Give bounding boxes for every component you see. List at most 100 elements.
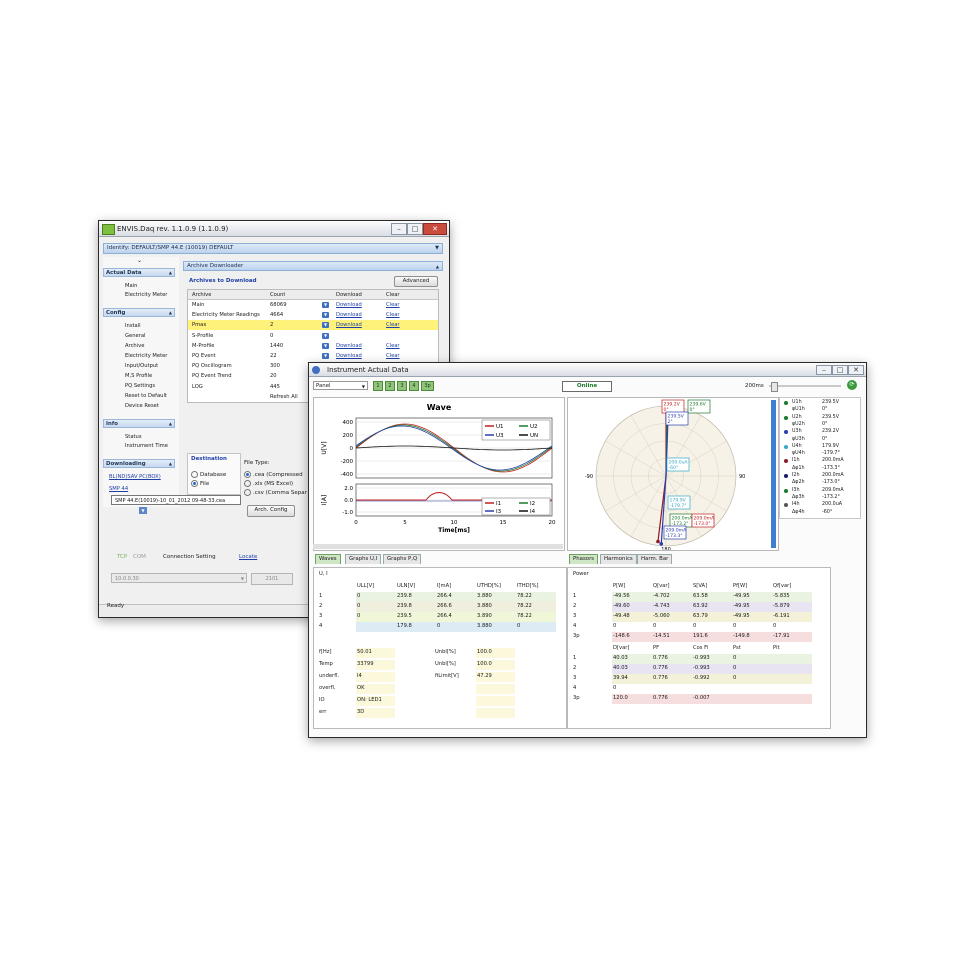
panel-select[interactable]: Panel ▼ bbox=[313, 381, 368, 390]
ui-cell: 0 bbox=[356, 592, 396, 602]
ui-cell: 239.8 bbox=[396, 602, 436, 612]
radio-csv[interactable]: .csv (Comma Separ bbox=[244, 489, 307, 497]
tab-waves[interactable]: Waves bbox=[315, 554, 341, 564]
phasor-legend: U1h 239.5V φU1h 0° U2h 239.5V φU2h 0° U3h 239.2V φ… bbox=[779, 397, 861, 519]
ui-cell: 239.5 bbox=[396, 612, 436, 622]
status-text: Ready bbox=[107, 603, 125, 609]
power-cell: -5.879 bbox=[772, 602, 812, 612]
port-field[interactable]: 2101 bbox=[251, 573, 293, 585]
interval-slider[interactable] bbox=[769, 385, 841, 387]
download-arrow-icon[interactable]: ▼ bbox=[322, 353, 329, 359]
power2-cell: 3 bbox=[573, 675, 577, 681]
clear-link[interactable]: Clear bbox=[386, 321, 400, 329]
wave-scrollbar[interactable] bbox=[313, 544, 563, 549]
nav-item-status[interactable]: Status bbox=[125, 434, 142, 441]
channel-button-2[interactable]: 2 bbox=[385, 381, 395, 391]
tab-phasors[interactable]: Phasors bbox=[569, 554, 599, 564]
download-link[interactable]: Download bbox=[336, 311, 362, 319]
legend-name: φU4h bbox=[792, 451, 805, 457]
power-cell: -17.91 bbox=[772, 632, 812, 642]
nav-item-electricity-meter[interactable]: Electricity Meter bbox=[125, 292, 167, 299]
identify-text: Identify: DEFAULT/SMP 44.E (10019) DEFAU… bbox=[107, 245, 234, 251]
clear-link[interactable]: Clear bbox=[386, 311, 400, 319]
minimize-button[interactable]: – bbox=[391, 223, 407, 235]
maximize-button[interactable]: □ bbox=[832, 365, 848, 375]
archive-count[interactable]: Refresh All bbox=[270, 393, 298, 401]
channel-button-3[interactable]: 3 bbox=[397, 381, 407, 391]
radio-database[interactable]: Database bbox=[191, 471, 226, 479]
download-arrow-icon[interactable]: ▼ bbox=[322, 342, 329, 349]
nav-item-general[interactable]: General bbox=[125, 333, 145, 340]
download-arrow-icon[interactable]: ▼ bbox=[322, 302, 329, 308]
download-arrow-icon[interactable]: ▼ bbox=[322, 322, 329, 329]
collapse-arrow-icon[interactable]: ⌄ bbox=[137, 257, 142, 264]
nav-item-ms-profile[interactable]: M,S Profile bbox=[125, 373, 152, 380]
nav-item-instrument-time[interactable]: Instrument Time bbox=[125, 443, 168, 450]
archive-row[interactable]: Pmax 2 ▼ Download Clear bbox=[188, 320, 438, 331]
tab-graphs-ui[interactable]: Graphs U,I bbox=[345, 554, 382, 564]
device-link-smp44[interactable]: SMP 44 bbox=[109, 486, 128, 493]
nav-header-actual-data[interactable]: Actual Data ▲ bbox=[103, 268, 175, 277]
archive-row[interactable]: M-Profile 1440 ▼ Download Clear bbox=[188, 341, 438, 351]
device-link-blnd[interactable]: BL(ND)SAV PC(BOX) bbox=[109, 474, 161, 481]
instrument-title-bar[interactable]: Instrument Actual Data bbox=[309, 363, 866, 377]
nav-item-install[interactable]: Install bbox=[125, 323, 141, 330]
refresh-icon[interactable]: ⟳ bbox=[847, 380, 857, 390]
locate-link[interactable]: Locate bbox=[239, 553, 257, 561]
nav-item-pq-settings[interactable]: PQ Settings bbox=[125, 383, 155, 390]
i-axis-label: I[A] bbox=[321, 495, 328, 506]
nav-item-input-output[interactable]: Input/Output bbox=[125, 363, 158, 370]
nav-item-electricity-meter-config[interactable]: Electricity Meter bbox=[125, 353, 167, 360]
nav-header-config[interactable]: Config ▲ bbox=[103, 308, 175, 317]
maximize-button[interactable]: □ bbox=[407, 223, 423, 235]
tab-harmonics[interactable]: Harmonics bbox=[600, 554, 637, 564]
radio-xls[interactable]: .xls (MS Excel) bbox=[244, 480, 293, 488]
phasor-value-tag: 179.9V-179.7° bbox=[667, 495, 691, 510]
nav-header-downloading[interactable]: Downloading ▲ bbox=[103, 459, 175, 468]
power2-cell: 0.776 bbox=[652, 694, 692, 704]
ui-cell: 266.4 bbox=[436, 592, 476, 602]
radio-cea[interactable]: .cea (Compressed bbox=[244, 471, 303, 479]
clear-link[interactable]: Clear bbox=[386, 301, 400, 309]
download-link[interactable]: Download bbox=[336, 321, 362, 329]
download-link[interactable]: Download bbox=[336, 301, 362, 309]
nav-item-archive[interactable]: Archive bbox=[125, 343, 144, 350]
nav-item-main[interactable]: Main bbox=[125, 283, 137, 290]
download-link[interactable]: Download bbox=[336, 352, 362, 360]
archive-row[interactable]: S-Profile 0 ▼ bbox=[188, 331, 438, 341]
channel-button-3p[interactable]: 3p bbox=[421, 381, 434, 391]
conn-tab-tcp[interactable]: TCP bbox=[117, 553, 127, 561]
radio-file[interactable]: File bbox=[191, 480, 209, 488]
address-combo[interactable]: 10.0.0.30 ▼ bbox=[111, 573, 247, 583]
archive-downloader-header[interactable]: Archive Downloader ▲ bbox=[183, 261, 443, 271]
channel-button-1[interactable]: 1 bbox=[373, 381, 383, 391]
identify-bar[interactable]: Identify: DEFAULT/SMP 44.E (10019) DEFAU… bbox=[103, 243, 443, 254]
conn-tab-com[interactable]: COM bbox=[133, 553, 146, 561]
slider-thumb[interactable] bbox=[771, 382, 778, 392]
tab-graphs-pq[interactable]: Graphs P,Q bbox=[383, 554, 422, 564]
clear-link[interactable]: Clear bbox=[386, 342, 400, 350]
legend-name: I4h bbox=[792, 502, 800, 508]
expand-down-icon[interactable]: ▼ bbox=[139, 507, 147, 514]
archive-row[interactable]: PQ Event 22 ▼ Download Clear bbox=[188, 351, 438, 361]
close-button[interactable]: ✕ bbox=[848, 365, 864, 375]
legend-marker-icon bbox=[784, 459, 788, 464]
archive-row[interactable]: Electricity Meter Readings 4664 ▼ Download C… bbox=[188, 310, 438, 320]
arch-config-button[interactable]: Arch. Config bbox=[247, 505, 295, 517]
channel-button-4[interactable]: 4 bbox=[409, 381, 419, 391]
download-link[interactable]: Download bbox=[336, 342, 362, 350]
close-button[interactable]: ✕ bbox=[423, 223, 447, 235]
tab-harm-bar[interactable]: Harm. Bar bbox=[637, 554, 673, 564]
archive-row[interactable]: Main 68069 ▼ Download Clear bbox=[188, 300, 438, 310]
minimize-button[interactable]: – bbox=[816, 365, 832, 375]
nav-item-reset-default[interactable]: Reset to Default bbox=[125, 393, 167, 400]
download-arrow-icon[interactable]: ▼ bbox=[322, 312, 329, 319]
clear-link[interactable]: Clear bbox=[386, 352, 400, 360]
nav-item-device-reset[interactable]: Device Reset bbox=[125, 403, 159, 410]
power2-cell bbox=[772, 674, 812, 684]
phasor-scrollbar[interactable] bbox=[771, 400, 776, 548]
power-cell: -5.835 bbox=[772, 592, 812, 602]
nav-header-info[interactable]: Info ▲ bbox=[103, 419, 175, 428]
advanced-button[interactable]: Advanced bbox=[394, 276, 438, 287]
download-arrow-icon[interactable]: ▼ bbox=[322, 332, 329, 339]
